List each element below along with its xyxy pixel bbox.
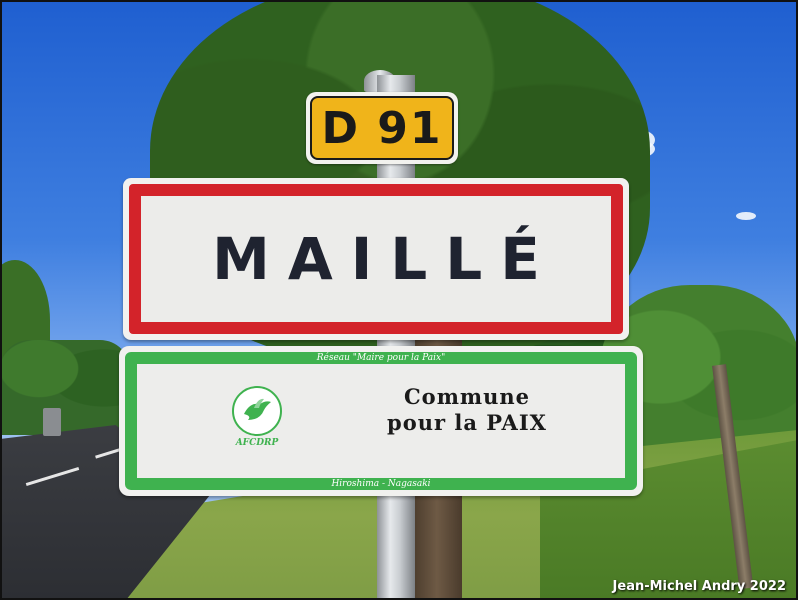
- town-name: MAILLÉ: [212, 225, 558, 293]
- afcdrp-logo: AFCDRP: [227, 386, 287, 456]
- town-sign-border: MAILLÉ: [129, 184, 623, 334]
- peace-commune-sign: Réseau "Maire pour la Paix" AFCDRP Commu…: [119, 346, 643, 496]
- photo-credit: Jean-Michel Andry 2022: [612, 579, 786, 594]
- sign-line-paix: pour la PAIX: [387, 410, 547, 435]
- logo-label: AFCDRP: [235, 438, 279, 448]
- network-text: Réseau "Maire pour la Paix": [316, 353, 446, 363]
- sign-line-commune: Commune: [403, 384, 531, 409]
- cloud: [736, 212, 756, 220]
- trash-bin: [43, 408, 61, 436]
- dove-icon: [232, 386, 282, 436]
- town-entry-sign: MAILLÉ: [123, 178, 629, 340]
- cities-text: Hiroshima - Nagasaki: [331, 479, 431, 489]
- photo-scene: D 91 MAILLÉ Réseau "Maire pour la Paix" …: [0, 0, 798, 600]
- left-hedge: [0, 340, 130, 435]
- route-sign-panel: D 91: [310, 96, 454, 160]
- route-sign: D 91: [306, 92, 458, 164]
- route-number: D 91: [321, 102, 443, 154]
- peace-sign-border: Réseau "Maire pour la Paix" AFCDRP Commu…: [125, 352, 637, 490]
